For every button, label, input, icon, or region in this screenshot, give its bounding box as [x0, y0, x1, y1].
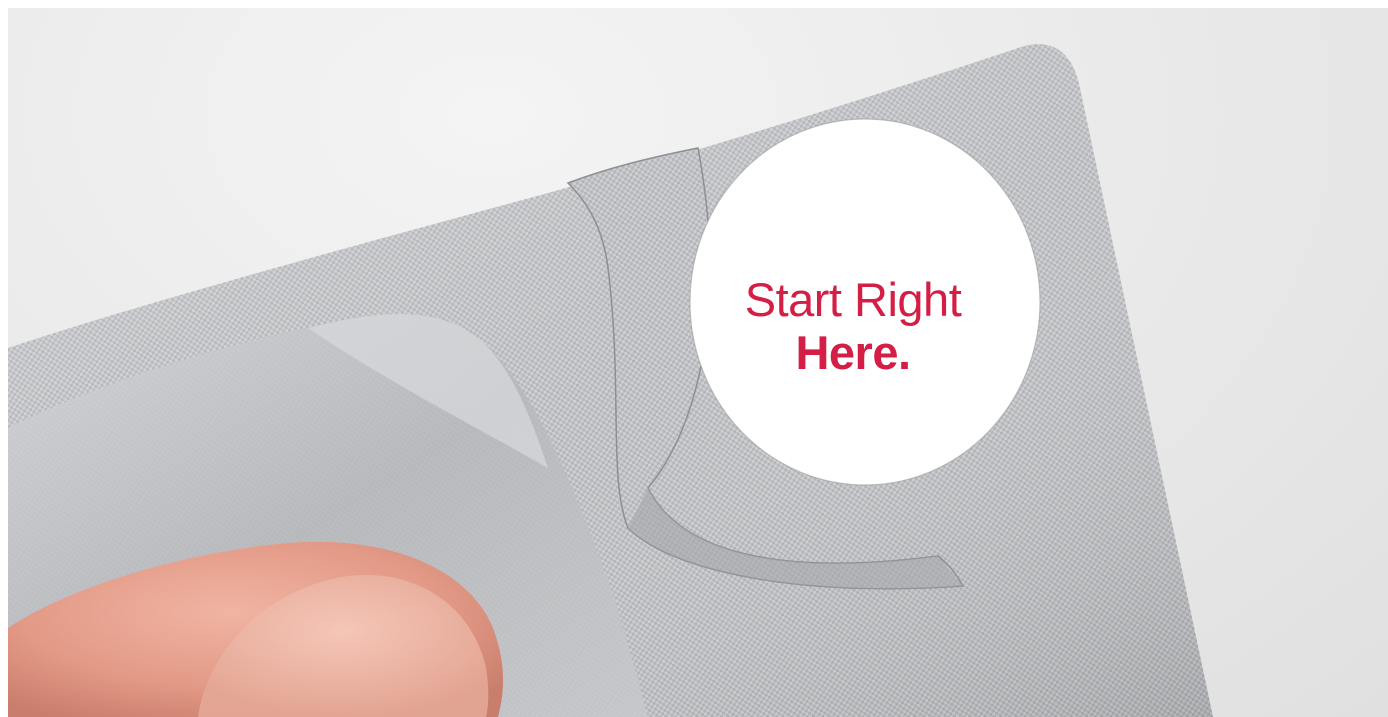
headline-line1: Start Right [744, 273, 962, 326]
photo-frame: Start Right Here. [8, 8, 1388, 717]
headline: Start Right Here. [698, 273, 1008, 379]
headline-line2: Here. [795, 325, 911, 379]
hero-image: Start Right Here. [0, 0, 1388, 717]
